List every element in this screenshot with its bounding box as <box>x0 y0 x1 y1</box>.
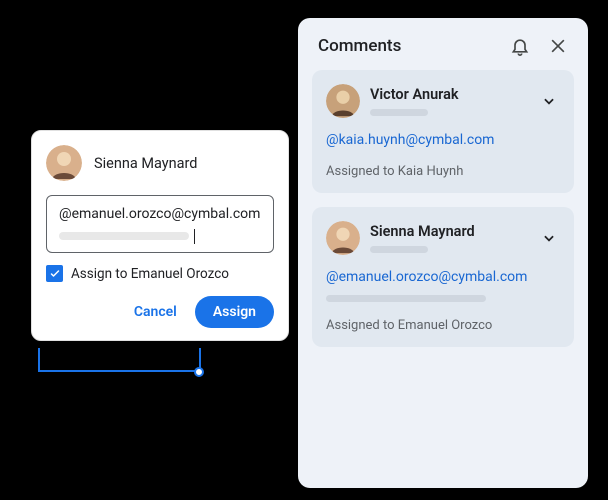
comment-header: Sienna Maynard <box>326 221 560 255</box>
avatar <box>326 221 360 255</box>
comment-input[interactable]: @emanuel.orozco@cymbal.com <box>46 195 274 253</box>
comment-header: Victor Anurak <box>326 84 560 118</box>
text-caret <box>194 229 195 244</box>
comments-title: Comments <box>318 36 401 56</box>
skeleton-line <box>370 246 428 253</box>
comments-header: Comments <box>312 32 574 70</box>
assigned-to-text: Assigned to Emanuel Orozco <box>326 318 560 333</box>
selection-indicator <box>38 348 201 372</box>
comment-thread[interactable]: Victor Anurak @kaia.huynh@cymbal.com Ass… <box>312 70 574 193</box>
assign-checkbox-row[interactable]: Assign to Emanuel Orozco <box>46 265 274 282</box>
skeleton-line <box>326 295 486 302</box>
comment-thread[interactable]: Sienna Maynard @emanuel.orozco@cymbal.co… <box>312 207 574 347</box>
comment-author: Victor Anurak <box>370 86 528 103</box>
assign-popup: Sienna Maynard @emanuel.orozco@cymbal.co… <box>31 130 289 341</box>
assign-button[interactable]: Assign <box>195 296 274 328</box>
bell-icon[interactable] <box>510 36 530 56</box>
comment-mention[interactable]: @emanuel.orozco@cymbal.com <box>326 269 560 285</box>
comment-author: Sienna Maynard <box>370 223 528 240</box>
selection-handle[interactable] <box>194 367 204 377</box>
assign-author-row: Sienna Maynard <box>46 145 274 181</box>
assign-checkbox-label: Assign to Emanuel Orozco <box>71 266 229 282</box>
checkbox-icon <box>46 265 63 282</box>
comment-mention[interactable]: @kaia.huynh@cymbal.com <box>326 132 560 148</box>
close-icon[interactable] <box>548 36 568 56</box>
assign-actions: Cancel Assign <box>46 296 274 328</box>
avatar <box>326 84 360 118</box>
avatar <box>46 145 82 181</box>
skeleton-line <box>59 232 189 240</box>
comment-input-value: @emanuel.orozco@cymbal.com <box>59 206 261 222</box>
skeleton-line <box>370 109 428 116</box>
chevron-down-icon[interactable] <box>538 227 560 249</box>
comments-panel: Comments Victor Anurak @kaia.huynh@cymba… <box>298 18 588 488</box>
assign-author-name: Sienna Maynard <box>94 155 197 172</box>
cancel-button[interactable]: Cancel <box>124 296 187 328</box>
assigned-to-text: Assigned to Kaia Huynh <box>326 164 560 179</box>
chevron-down-icon[interactable] <box>538 90 560 112</box>
